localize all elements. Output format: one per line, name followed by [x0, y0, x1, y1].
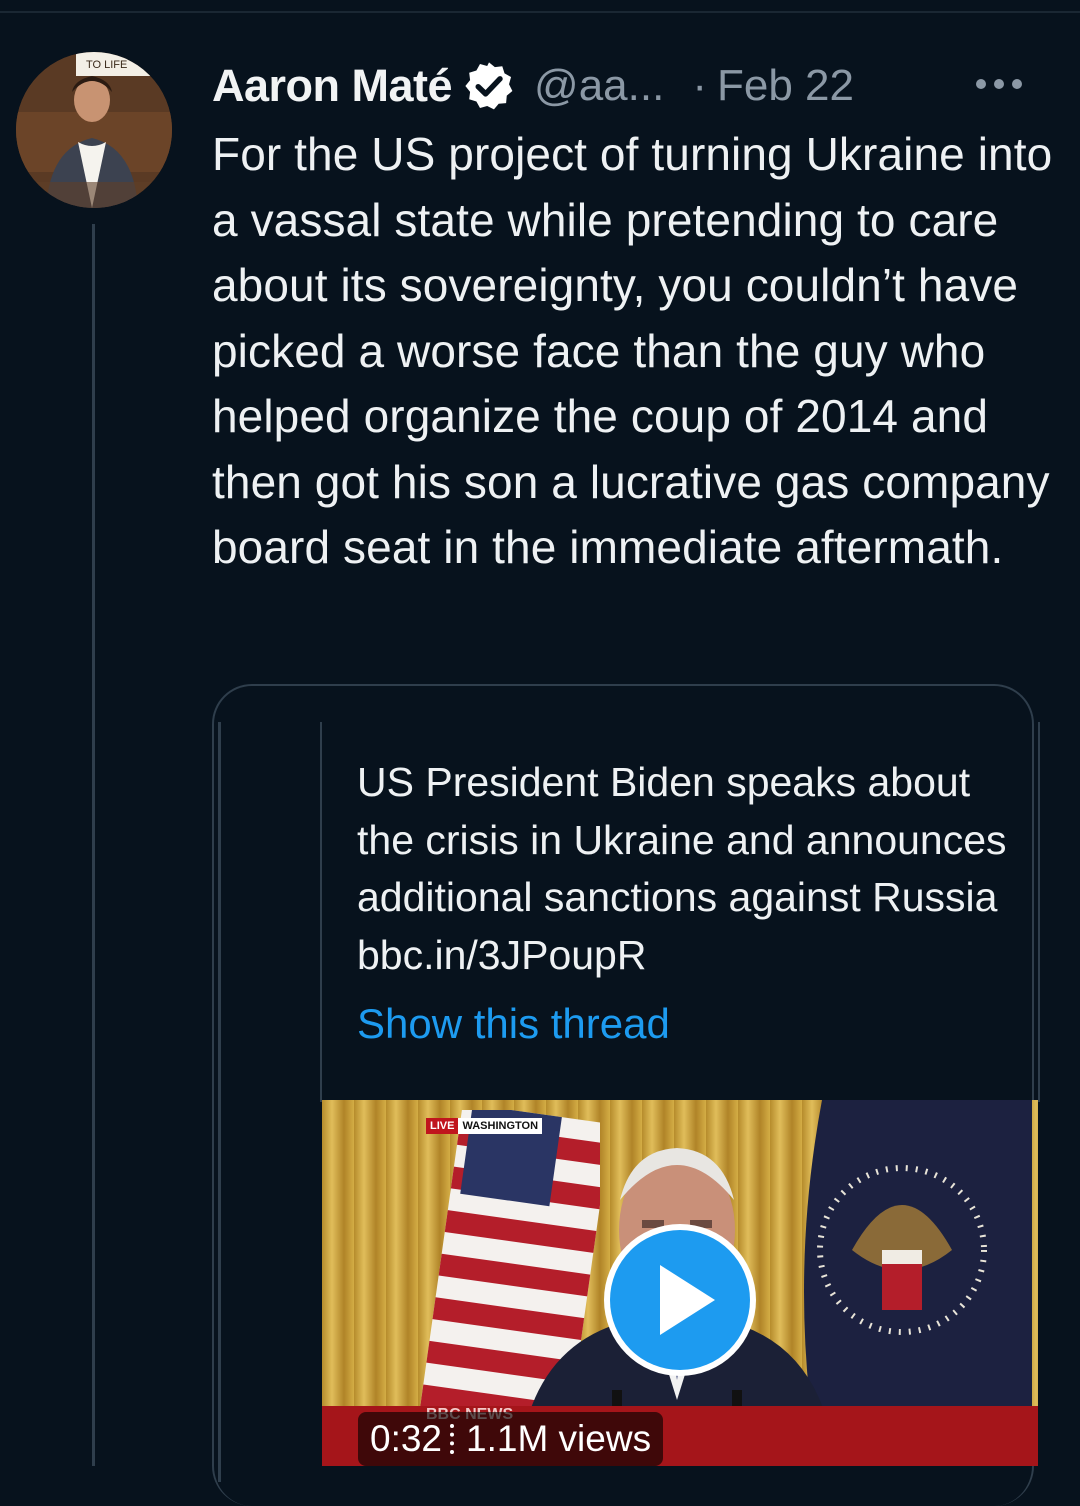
quoted-tweet-divider [320, 722, 322, 1102]
quoted-tweet-right-border [1038, 722, 1040, 1102]
tweet-date[interactable]: Feb 22 [717, 61, 854, 111]
play-icon[interactable] [600, 1220, 760, 1380]
avatar-sign-text: TO LIFE [86, 59, 127, 71]
avatar-image: TO LIFE [16, 52, 172, 208]
top-divider [0, 11, 1080, 13]
header-separator: · [692, 61, 707, 110]
show-thread-link[interactable]: Show this thread [357, 1000, 670, 1048]
location-label: WASHINGTON [458, 1118, 543, 1134]
tweet-text: For the US project of turning Ukraine in… [212, 128, 1053, 573]
thread-line [92, 224, 95, 1466]
verified-badge-icon [462, 59, 516, 113]
live-label: LIVE [426, 1118, 459, 1134]
live-badge: LIVE WASHINGTON [426, 1118, 543, 1134]
stats-separator [450, 1424, 458, 1454]
video-stats: 0:32 1.1M views [358, 1412, 664, 1466]
video-duration: 0:32 [370, 1418, 443, 1459]
quoted-tweet-text: US President Biden speaks about the cris… [357, 759, 1007, 978]
video-player[interactable]: LIVE WASHINGTON BBC NEWS 0:32 1.1M views [322, 1100, 1038, 1466]
more-options-icon[interactable] [974, 72, 1024, 96]
quoted-thread-line [218, 722, 221, 1482]
author-name[interactable]: Aaron Maté [212, 60, 453, 112]
tweet-header: Aaron Maté @aa... · Feb 22 [212, 56, 1030, 116]
avatar[interactable]: TO LIFE [16, 52, 172, 208]
author-handle[interactable]: @aa... [534, 61, 664, 111]
video-views: 1.1M views [466, 1418, 652, 1459]
